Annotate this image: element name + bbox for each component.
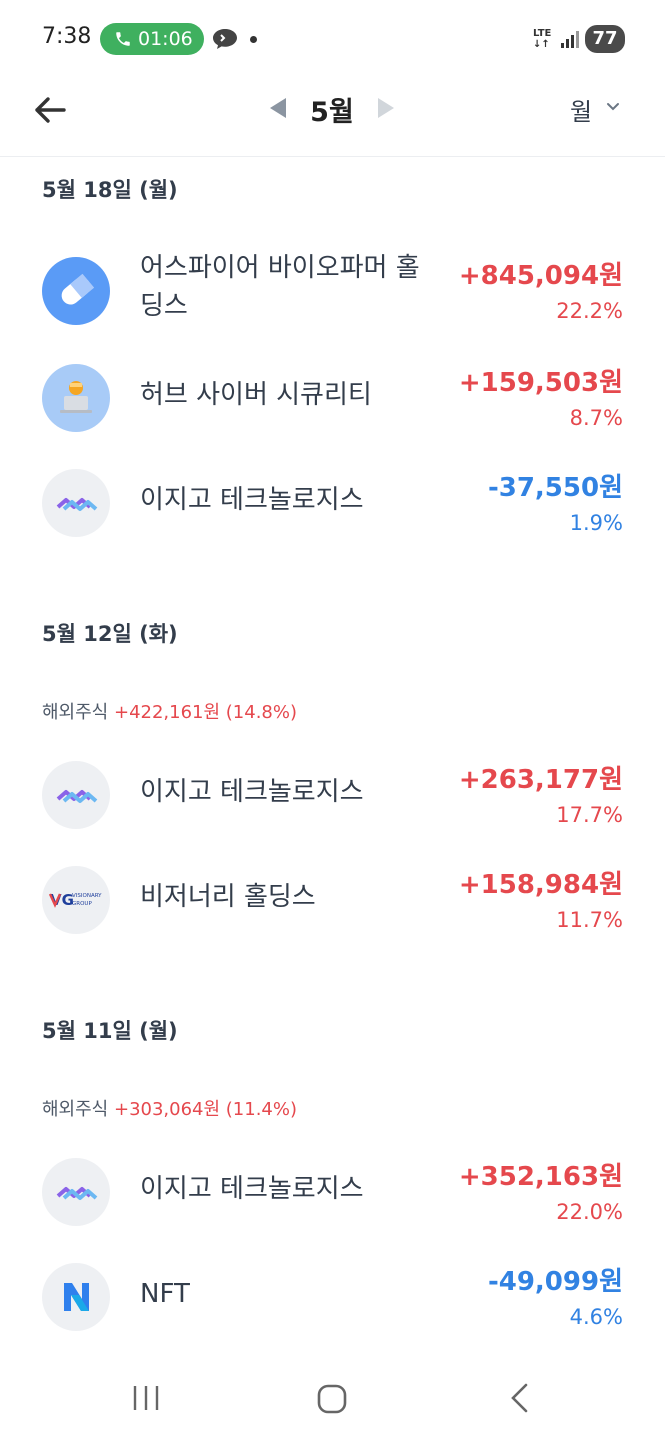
stock-name: 어스파이어 바이오파머 홀딩스 <box>140 253 420 321</box>
profit-percent: 11.7% <box>556 908 623 932</box>
profit-percent: 1.9% <box>569 511 623 535</box>
chevron-down-icon <box>607 103 619 111</box>
profit-amount: +263,177원 <box>458 765 623 795</box>
period-select[interactable]: 월 <box>570 90 626 130</box>
period-label: 월 <box>570 98 593 126</box>
date-header: 5월 11일 (월) <box>42 1019 178 1043</box>
stock-row[interactable]: 허브 사이버 시큐리티 +159,503원 8.7% <box>0 364 665 454</box>
profit-amount: -37,550원 <box>487 473 623 503</box>
profit-amount: +158,984원 <box>458 870 623 900</box>
daily-summary: 해외주식 +303,064원 (11.4%) <box>42 1095 297 1121</box>
nav-header: 5월 월 <box>0 78 665 157</box>
stock-row[interactable]: VG VISIONARY GROUP 비저너리 홀딩스 +158,984원 11… <box>0 866 665 956</box>
system-nav-bar <box>0 1366 665 1440</box>
stock-row[interactable]: 이지고 테크놀로지스 -37,550원 1.9% <box>0 469 665 559</box>
pill-icon <box>42 257 110 325</box>
prev-month-icon[interactable] <box>268 96 288 120</box>
recents-icon[interactable] <box>131 1384 161 1412</box>
wave-logo-icon <box>42 1158 110 1226</box>
vg-logo-icon: VG VISIONARY GROUP <box>42 866 110 934</box>
network-label: LTE <box>533 28 552 39</box>
profit-amount: +159,503원 <box>458 368 623 398</box>
profit-percent: 17.7% <box>556 803 623 827</box>
profit-amount: +352,163원 <box>458 1162 623 1192</box>
stock-row[interactable]: 이지고 테크놀로지스 +263,177원 17.7% <box>0 761 665 851</box>
profit-amount: +845,094원 <box>458 261 623 291</box>
next-month-icon[interactable] <box>376 96 396 120</box>
logo-subtext-1: VISIONARY <box>72 893 102 899</box>
home-icon[interactable] <box>316 1384 348 1414</box>
battery-indicator: 77 <box>585 25 625 53</box>
wave-logo-icon <box>42 469 110 537</box>
wave-logo-icon <box>42 761 110 829</box>
profit-percent: 22.0% <box>556 1200 623 1224</box>
stock-row[interactable]: 어스파이어 바이오파머 홀딩스 +845,094원 22.2% <box>0 253 665 347</box>
n-logo-icon <box>42 1263 110 1331</box>
phone-icon <box>116 32 130 46</box>
stock-name: 이지고 테크놀로지스 <box>140 777 364 807</box>
daily-summary: 해외주식 +422,161원 (14.8%) <box>42 698 297 724</box>
profit-percent: 22.2% <box>556 299 623 323</box>
lte-icon: LTE ↓↑ <box>533 28 552 50</box>
stock-name: 이지고 테크놀로지스 <box>140 485 364 515</box>
profit-amount: -49,099원 <box>487 1267 623 1297</box>
stock-row[interactable]: 이지고 테크놀로지스 +352,163원 22.0% <box>0 1158 665 1248</box>
logo-subtext-2: GROUP <box>72 901 92 907</box>
month-title: 5월 <box>310 97 354 128</box>
summary-value: +303,064원 (11.4%) <box>113 1099 298 1120</box>
notification-dot-icon <box>250 36 257 43</box>
summary-label: 해외주식 <box>42 1099 109 1120</box>
stock-name: 비저너리 홀딩스 <box>140 882 316 912</box>
status-time: 7:38 <box>42 24 92 49</box>
summary-value: +422,161원 (14.8%) <box>113 702 298 723</box>
profit-percent: 8.7% <box>569 406 623 430</box>
status-bar: 7:38 01:06 LTE ↓↑ 77 <box>0 0 665 78</box>
stock-name: 이지고 테크놀로지스 <box>140 1174 364 1204</box>
laptop-person-icon <box>42 364 110 432</box>
profit-percent: 4.6% <box>569 1305 623 1329</box>
nav-back-icon[interactable] <box>508 1382 530 1414</box>
talk-icon <box>213 29 237 49</box>
stock-row[interactable]: NFT -49,099원 4.6% <box>0 1263 665 1353</box>
call-timer: 01:06 <box>138 28 193 50</box>
date-header: 5월 18일 (월) <box>42 178 178 202</box>
stock-name: NFT <box>140 1279 190 1309</box>
date-header: 5월 12일 (화) <box>42 622 178 646</box>
signal-icon <box>561 31 579 48</box>
back-arrow-icon[interactable] <box>30 90 70 130</box>
summary-label: 해외주식 <box>42 702 109 723</box>
ongoing-call-pill[interactable]: 01:06 <box>100 23 204 55</box>
stock-name: 허브 사이버 시큐리티 <box>140 380 372 410</box>
